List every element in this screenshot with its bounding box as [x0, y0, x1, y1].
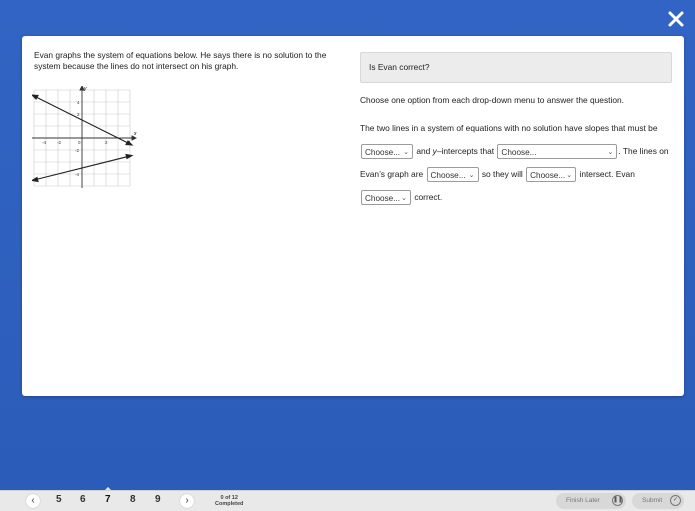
y-tick: -2 — [75, 148, 79, 153]
chevron-down-icon: ⌄ — [566, 172, 573, 180]
y-tick: 4 — [77, 100, 80, 105]
chevron-down-icon: ⌄ — [403, 149, 409, 157]
submit-label: Submit — [642, 497, 663, 504]
footer-nav: ‹ 5 6 7 8 9 › 0 of 12 Completed Finish L… — [0, 490, 695, 511]
page-6[interactable]: 6 — [80, 494, 86, 505]
x-axis-label: x — [133, 131, 137, 137]
intercept-dropdown[interactable]: Choose... ⌄ — [497, 144, 618, 160]
finish-later-label: Finish Later — [566, 497, 600, 504]
chevron-right-icon[interactable]: › — [180, 494, 194, 508]
chevron-down-icon: ⌄ — [468, 172, 475, 180]
sentence-part: so they will — [481, 169, 523, 179]
dropdown-value: Choose... — [365, 194, 401, 204]
x-tick: 0 — [78, 140, 81, 145]
assessment-stage: Evan graphs the system of equations belo… — [0, 0, 695, 490]
coordinate-graph: x y -4 -2 0 2 4 4 2 -2 -4 — [32, 86, 138, 188]
dropdown-value: Choose... — [530, 171, 566, 181]
sentence-part: intersect. Evan — [579, 169, 635, 179]
dropdown-value: Choose... — [430, 171, 466, 181]
chevron-left-icon[interactable]: ‹ — [26, 494, 40, 508]
progress-label: Completed — [215, 501, 244, 507]
finish-later-button[interactable]: Finish Later ❚❚ — [556, 493, 626, 509]
y-tick: -4 — [75, 172, 79, 177]
sentence-part: –intercepts that — [436, 146, 495, 156]
progress-counter: 0 of 12 Completed — [215, 495, 243, 507]
question-prompt: Is Evan correct? — [360, 52, 672, 83]
submit-button[interactable]: Submit ✓ — [632, 493, 684, 509]
page-5[interactable]: 5 — [56, 494, 62, 505]
page-7[interactable]: 7 — [105, 494, 111, 505]
intersect-dropdown[interactable]: Choose... ⌄ — [526, 167, 577, 183]
page-8[interactable]: 8 — [130, 494, 136, 505]
question-card: Evan graphs the system of equations belo… — [22, 36, 684, 396]
cloze-sentence: The two lines in a system of equations w… — [360, 117, 672, 209]
sentence-part: The two lines in a system of equations w… — [360, 123, 658, 133]
lines-type-dropdown[interactable]: Choose... ⌄ — [426, 167, 479, 183]
dropdown-value: Choose... — [501, 148, 537, 158]
check-icon: ✓ — [670, 495, 681, 506]
question-stem: Evan graphs the system of equations belo… — [34, 50, 327, 71]
y-axis-label: y — [83, 86, 87, 92]
dropdown-value: Choose... — [365, 148, 401, 158]
page-9[interactable]: 9 — [155, 494, 161, 505]
pause-icon: ❚❚ — [612, 495, 623, 506]
close-icon[interactable] — [667, 10, 685, 28]
chevron-down-icon: ⌄ — [401, 195, 407, 203]
answer-panel: Is Evan correct? Choose one option from … — [360, 52, 672, 209]
sentence-part: and — [416, 146, 431, 156]
x-tick: 2 — [105, 140, 108, 145]
x-tick: -4 — [42, 140, 46, 145]
correctness-dropdown[interactable]: Choose... ⌄ — [361, 190, 411, 206]
instructions: Choose one option from each drop-down me… — [360, 95, 624, 105]
sentence-part: correct. — [414, 192, 443, 202]
slope-dropdown[interactable]: Choose... ⌄ — [361, 144, 413, 160]
chevron-down-icon: ⌄ — [607, 149, 614, 157]
x-tick: -2 — [57, 140, 61, 145]
axes — [32, 86, 138, 188]
y-tick: 2 — [77, 112, 80, 117]
